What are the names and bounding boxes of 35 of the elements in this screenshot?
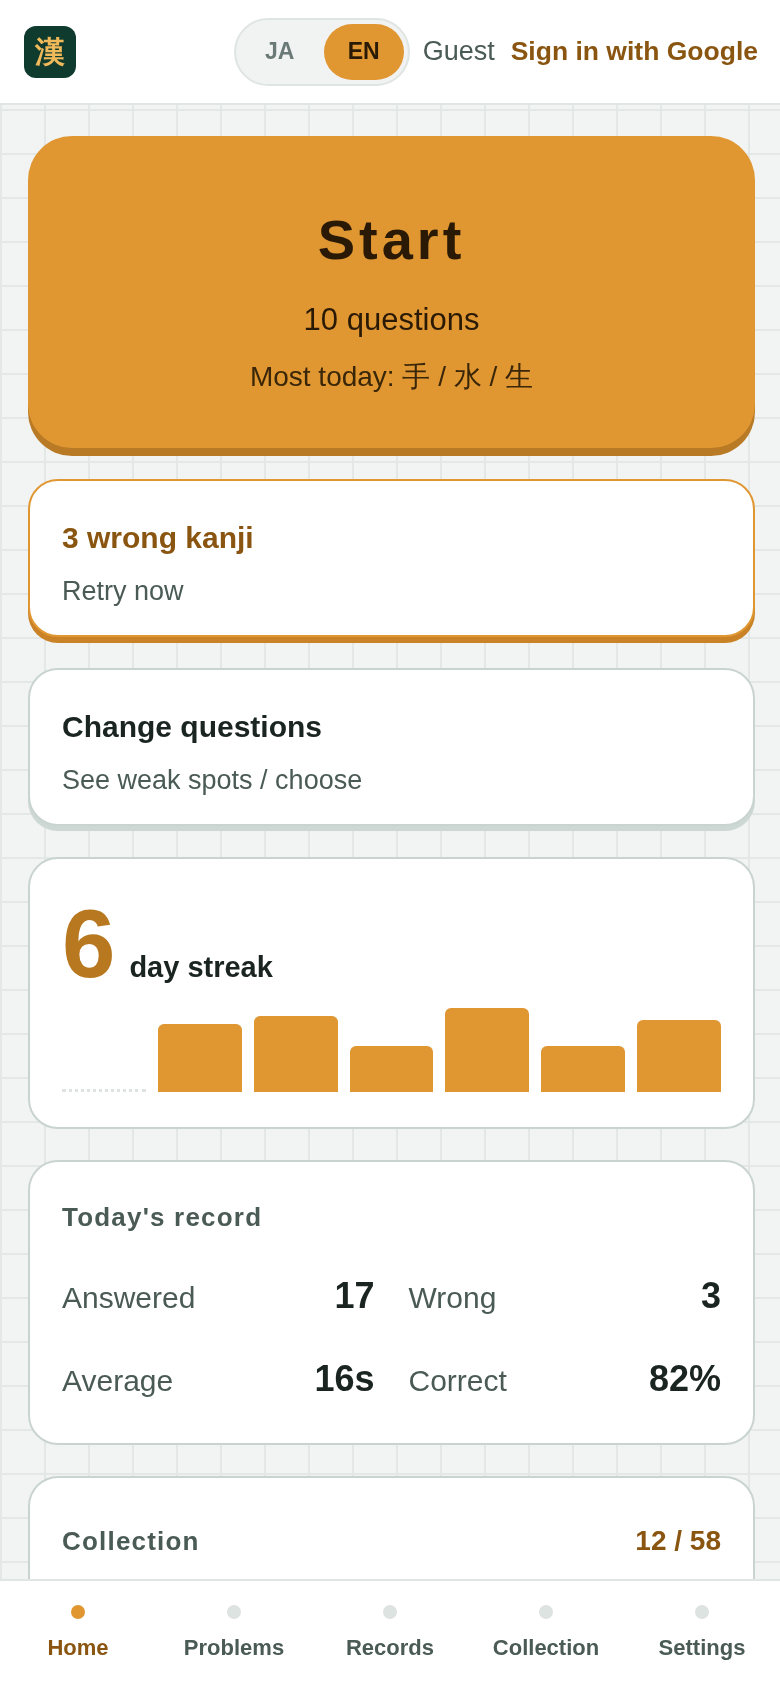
streak-label: day streak xyxy=(129,950,273,985)
stat-value: 82% xyxy=(648,1357,721,1401)
stat-value: 17 xyxy=(334,1274,375,1318)
dot-icon xyxy=(383,1605,397,1619)
stat-label: Answered xyxy=(62,1280,196,1317)
stat-label: Average xyxy=(62,1363,174,1400)
nav-tab[interactable]: Collection xyxy=(468,1581,624,1688)
nav-tab[interactable]: Settings xyxy=(624,1581,780,1688)
card-title: 3 wrong kanji xyxy=(62,520,254,556)
stat-label: Correct xyxy=(408,1363,507,1400)
most-today-text: Most today: 手 / 水 / 生 xyxy=(249,360,534,394)
card-subtitle: Retry now xyxy=(62,575,184,608)
dot-icon xyxy=(71,1605,85,1619)
dot-icon xyxy=(695,1605,709,1619)
nav-tab[interactable]: Problems xyxy=(156,1581,312,1688)
nav-tab[interactable]: Home xyxy=(0,1581,156,1688)
nav-tab[interactable]: Records xyxy=(312,1581,468,1688)
language-option[interactable]: EN xyxy=(323,23,404,80)
record-title: Today's record xyxy=(62,1202,264,1234)
start-title: Start xyxy=(317,207,466,273)
question-count: 10 questions xyxy=(303,301,480,339)
user-name: Guest xyxy=(422,35,495,69)
dot-icon xyxy=(227,1605,241,1619)
stat-label: Wrong xyxy=(408,1280,497,1317)
card-subtitle: See weak spots / choose xyxy=(62,764,363,797)
app-logo: 漢 xyxy=(24,25,76,78)
collection-count: 12 / 58 xyxy=(635,1524,721,1558)
stat-value: 3 xyxy=(700,1274,721,1318)
language-option[interactable]: JA xyxy=(239,23,320,80)
streak-count: 6 xyxy=(62,896,116,992)
dot-icon xyxy=(539,1605,553,1619)
collection-title: Collection xyxy=(62,1526,200,1558)
card-title: Change questions xyxy=(62,709,323,745)
sign-in-link[interactable]: Sign in with Google xyxy=(510,31,758,72)
stat-value: 16s xyxy=(314,1357,375,1401)
